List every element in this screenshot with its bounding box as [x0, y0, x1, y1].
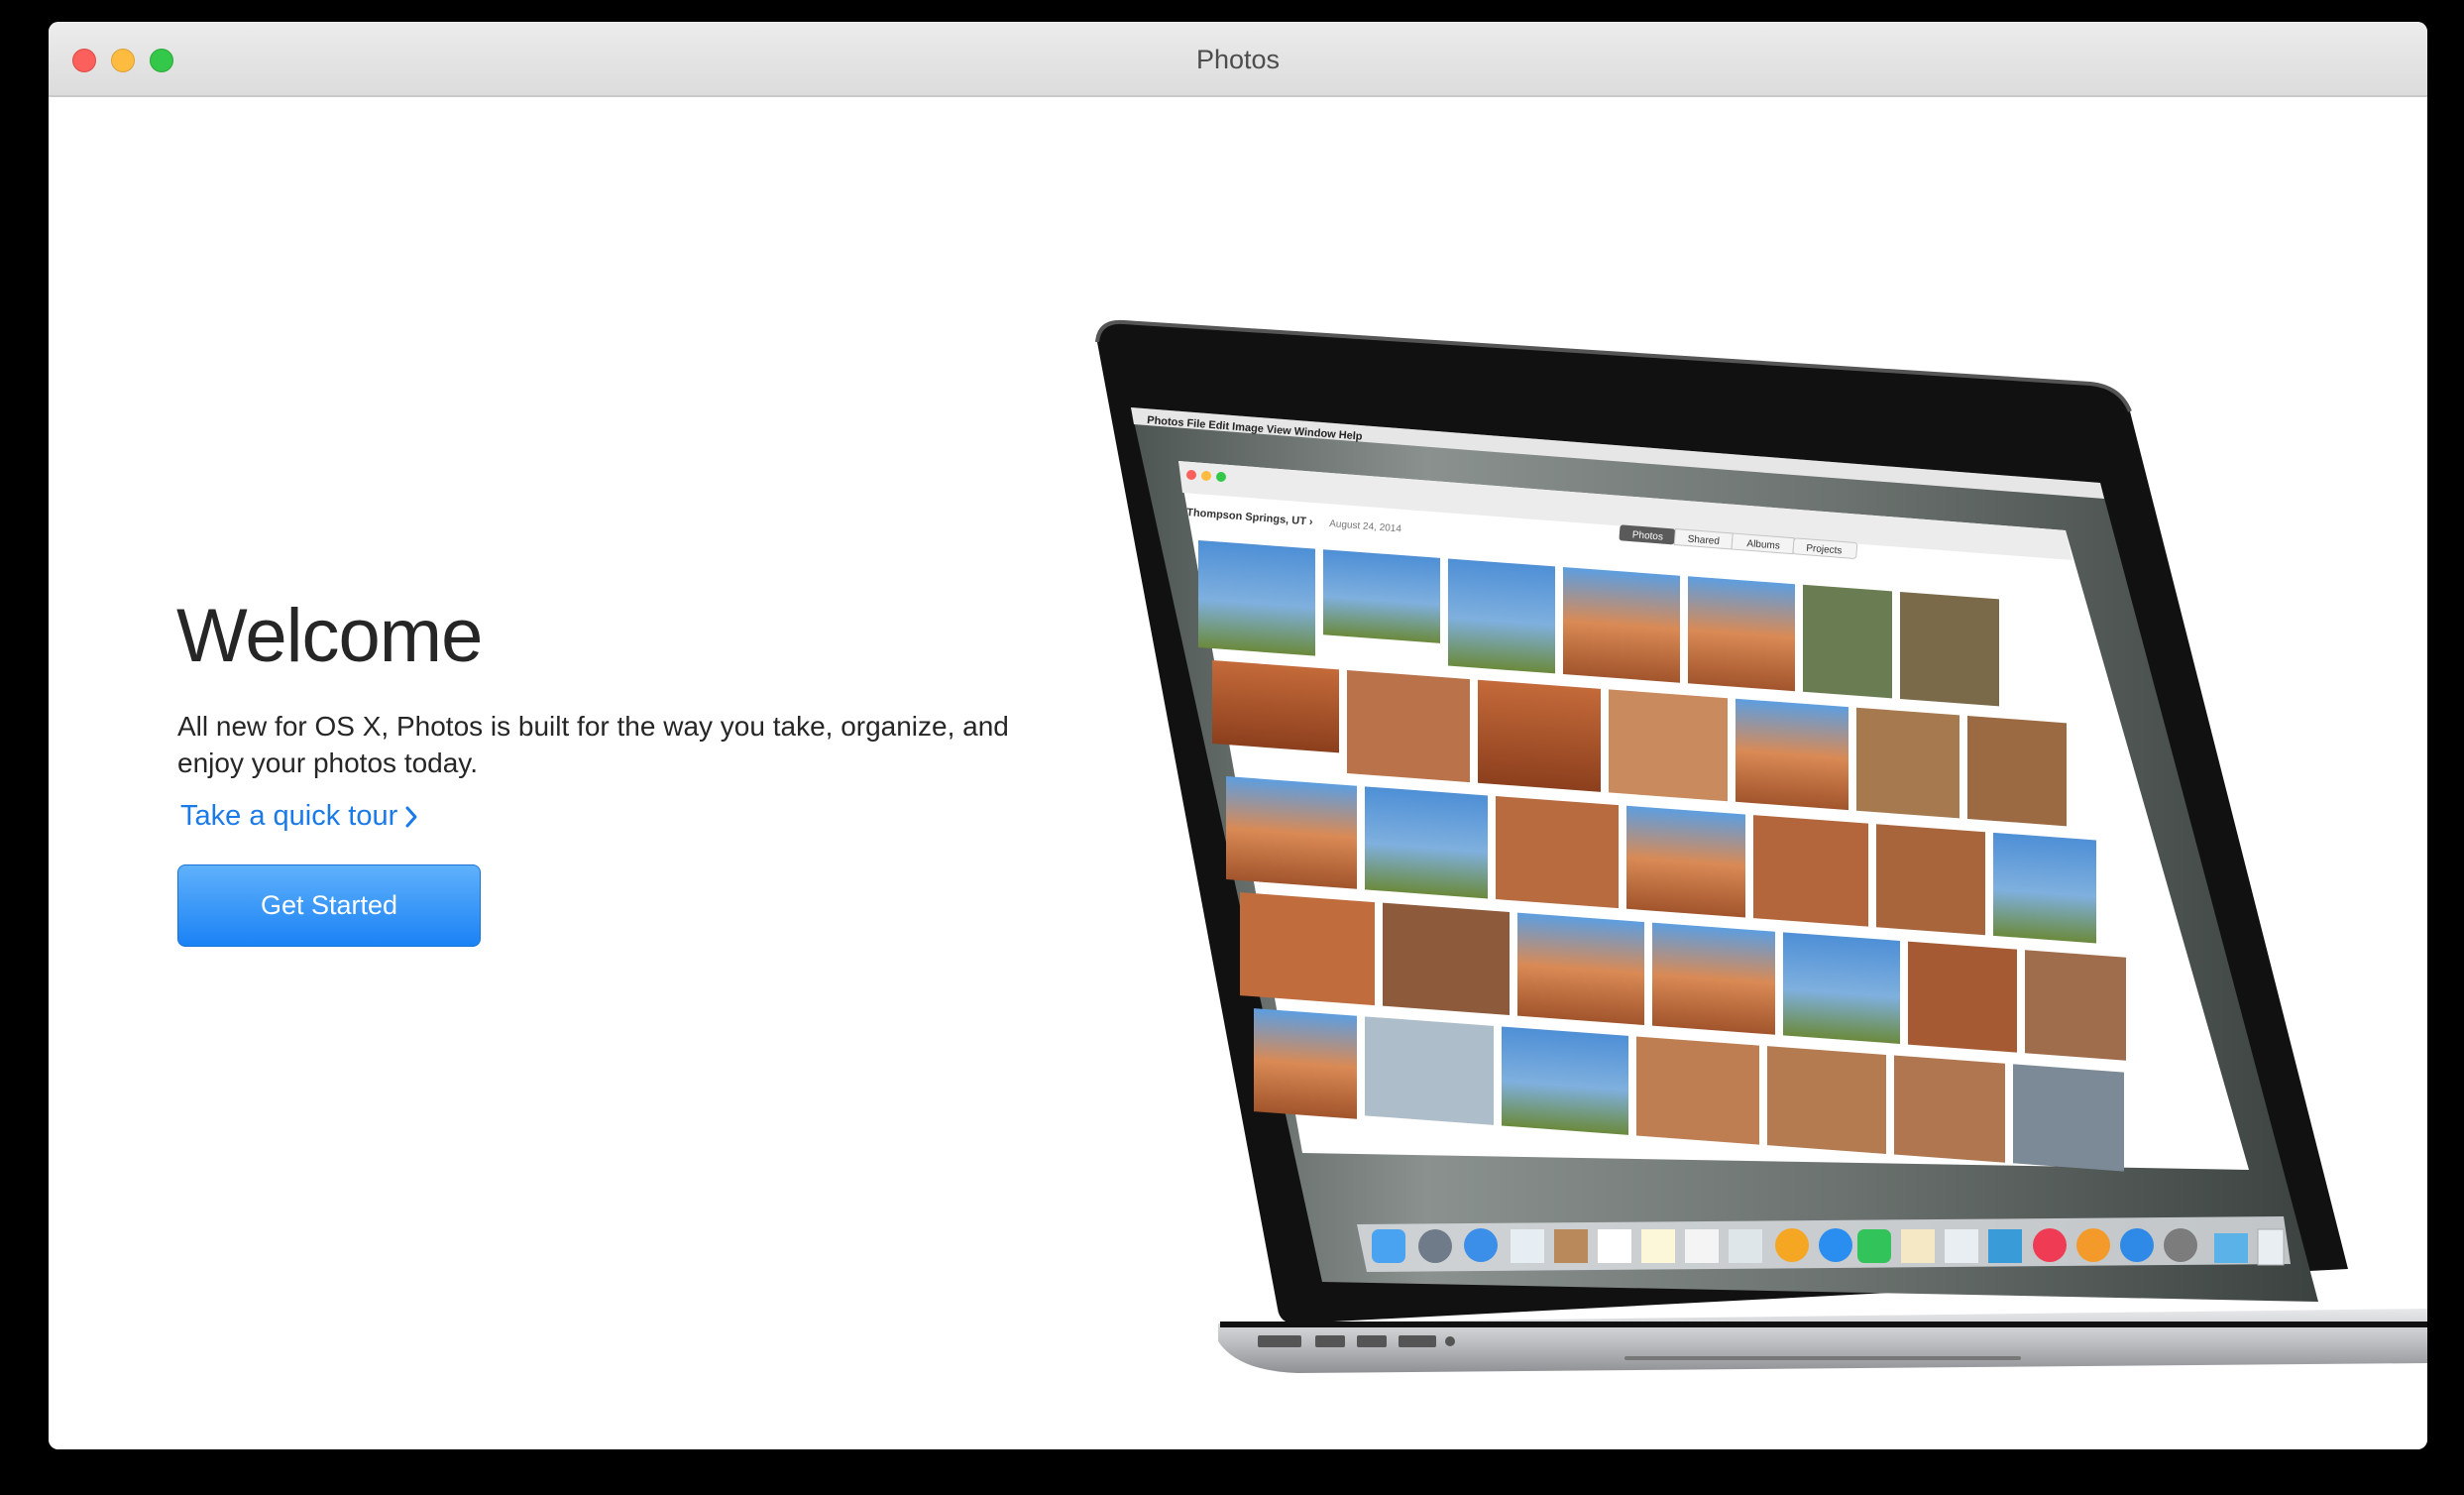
window-title: Photos — [1195, 45, 1281, 74]
quick-tour-label: Take a quick tour — [180, 800, 398, 832]
photos-window: Photos Welcome All new for OS X, Photos … — [49, 22, 2427, 1449]
welcome-description: All new for OS X, Photos is built for th… — [177, 711, 1009, 778]
macbook-svg: Photos File Edit Image View Window Help … — [1095, 319, 2427, 1373]
welcome-heading: Welcome — [176, 594, 483, 678]
title-bar[interactable]: Photos — [49, 22, 2427, 97]
get-started-button[interactable]: Get Started — [177, 864, 481, 947]
chevron-right-icon — [405, 806, 417, 827]
welcome-content: Welcome All new for OS X, Photos is buil… — [49, 99, 2427, 1449]
quick-tour-link[interactable]: Take a quick tour — [180, 800, 419, 833]
macbook-illustration: Photos File Edit Image View Window Help … — [1069, 233, 2427, 1383]
